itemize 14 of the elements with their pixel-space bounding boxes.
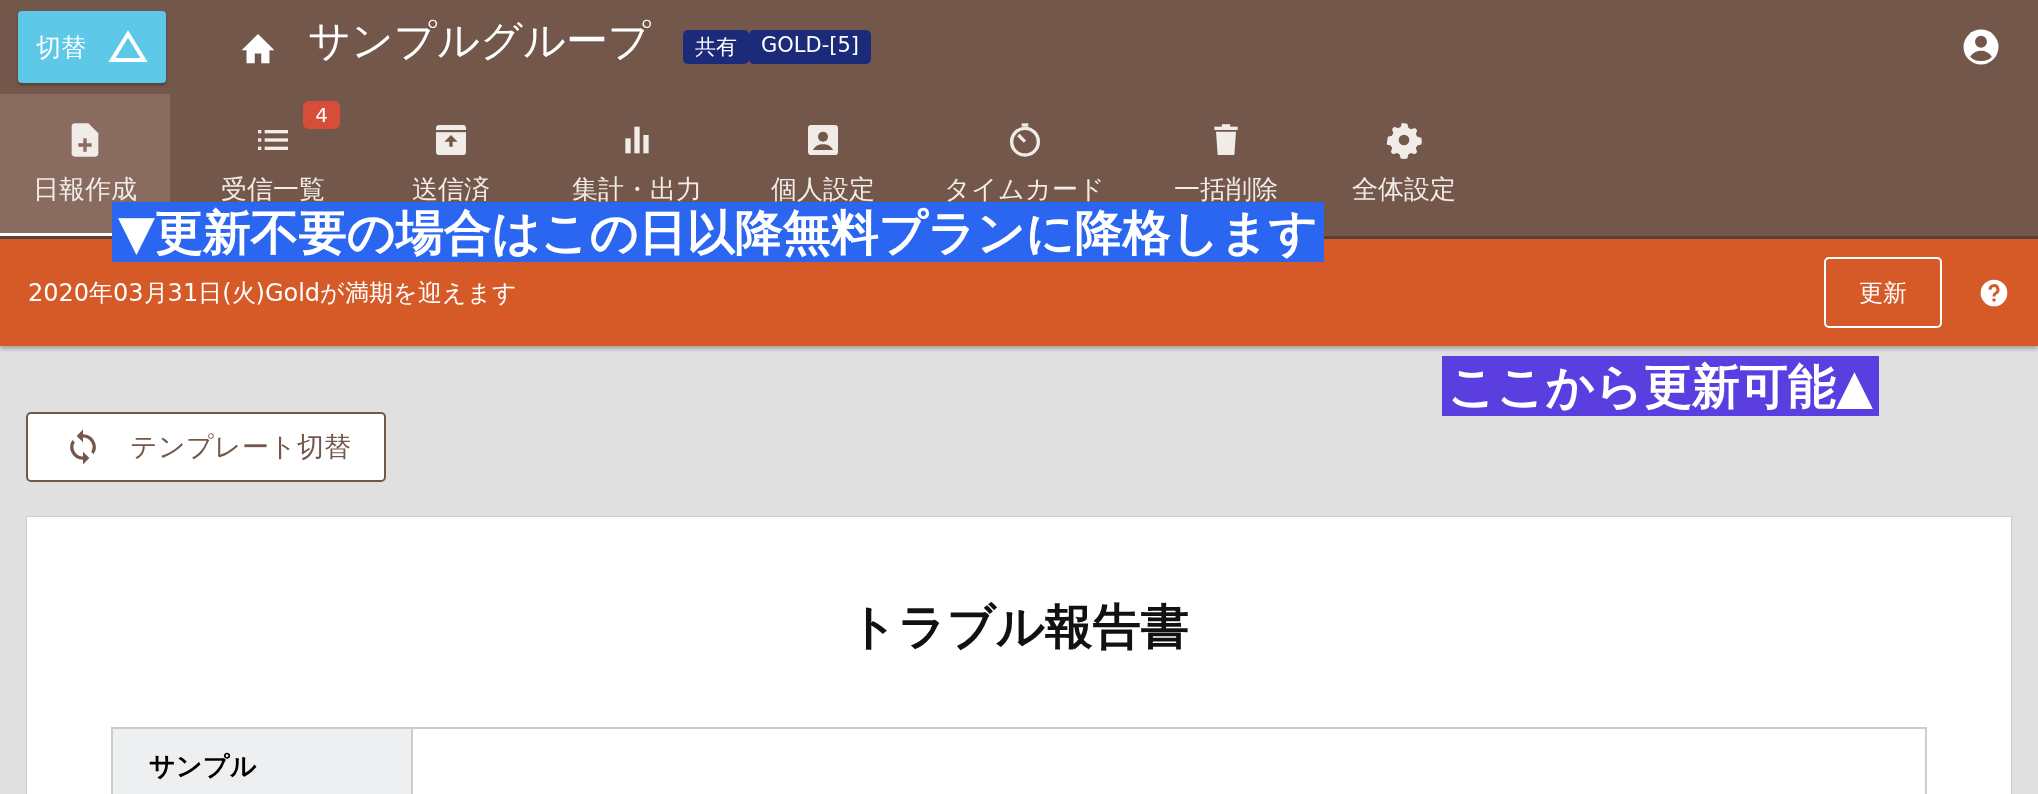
plan-tag: GOLD-[5] [749,30,871,64]
report-title: トラブル報告書 [848,597,1190,656]
annotation-tooltip: ここから更新可能▲ [1442,356,1879,416]
triangle-icon [108,30,148,64]
group-name: サンプルグループ [308,15,651,67]
renew-button[interactable]: 更新 [1824,257,1942,328]
template-switch-button[interactable]: テンプレート切替 [26,412,386,482]
plan-tag: 共有 [683,30,749,64]
nav-tab[interactable]: 全体設定 [1329,94,1479,236]
field-label: サンプル [113,729,413,794]
count-badge: 4 [303,101,340,129]
settings-icon [1384,120,1424,160]
annotation-tooltip: ▼更新不要の場合はこの日以降無料プランに降格します [112,202,1324,262]
expiry-message: 2020年03月31日(火)Goldが満期を迎えます [28,277,518,309]
